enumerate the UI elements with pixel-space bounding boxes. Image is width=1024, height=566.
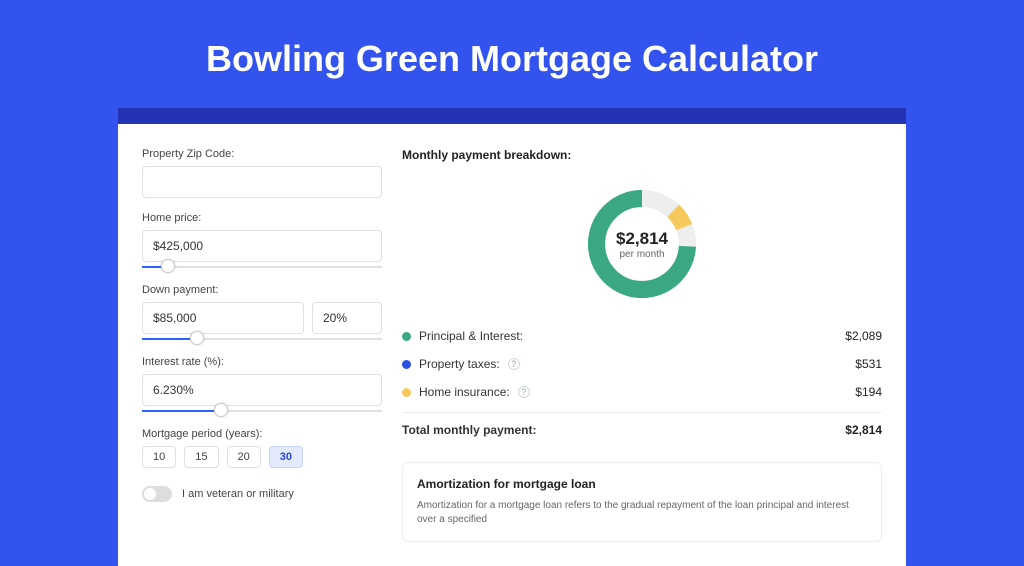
page-title: Bowling Green Mortgage Calculator xyxy=(0,0,1024,108)
donut-chart-wrap: $2,814 per month xyxy=(402,172,882,322)
dot-icon xyxy=(402,388,411,397)
legend-row-taxes: Property taxes: ? $531 xyxy=(402,350,882,378)
interest-rate-slider[interactable] xyxy=(142,408,382,414)
zip-label: Property Zip Code: xyxy=(142,148,382,160)
zip-input[interactable] xyxy=(142,166,382,198)
interest-rate-label: Interest rate (%): xyxy=(142,356,382,368)
home-price-input[interactable]: $425,000 xyxy=(142,230,382,262)
breakdown-title: Monthly payment breakdown: xyxy=(402,148,882,162)
legend-label: Home insurance: xyxy=(419,385,510,399)
down-payment-percent-input[interactable]: 20% xyxy=(312,302,382,334)
amortization-card: Amortization for mortgage loan Amortizat… xyxy=(402,462,882,542)
help-icon[interactable]: ? xyxy=(518,386,530,398)
amortization-text: Amortization for a mortgage loan refers … xyxy=(417,499,867,527)
total-value: $2,814 xyxy=(845,423,882,437)
down-payment-group: Down payment: $85,000 20% xyxy=(142,284,382,342)
form-column: Property Zip Code: Home price: $425,000 … xyxy=(142,148,382,542)
amortization-title: Amortization for mortgage loan xyxy=(417,477,867,491)
home-price-slider[interactable] xyxy=(142,264,382,270)
period-option-15[interactable]: 15 xyxy=(184,446,218,468)
dot-icon xyxy=(402,332,411,341)
legend-row-insurance: Home insurance: ? $194 xyxy=(402,378,882,406)
down-payment-amount-input[interactable]: $85,000 xyxy=(142,302,304,334)
home-price-group: Home price: $425,000 xyxy=(142,212,382,270)
legend-value: $2,089 xyxy=(845,329,882,343)
donut-center-amount: $2,814 xyxy=(616,229,668,249)
mortgage-period-group: Mortgage period (years): 10 15 20 30 xyxy=(142,428,382,468)
breakdown-column: Monthly payment breakdown: $2,814 xyxy=(402,148,882,542)
interest-rate-input[interactable]: 6.230% xyxy=(142,374,382,406)
home-price-label: Home price: xyxy=(142,212,382,224)
calculator-stage: Property Zip Code: Home price: $425,000 … xyxy=(118,108,906,566)
interest-rate-group: Interest rate (%): 6.230% xyxy=(142,356,382,414)
period-option-30[interactable]: 30 xyxy=(269,446,303,468)
legend-row-total: Total monthly payment: $2,814 xyxy=(402,412,882,444)
legend-value: $531 xyxy=(855,357,882,371)
total-label: Total monthly payment: xyxy=(402,423,536,437)
help-icon[interactable]: ? xyxy=(508,358,520,370)
zip-group: Property Zip Code: xyxy=(142,148,382,198)
legend-label: Principal & Interest: xyxy=(419,329,523,343)
legend-value: $194 xyxy=(855,385,882,399)
calculator-card: Property Zip Code: Home price: $425,000 … xyxy=(118,124,906,566)
veteran-group: I am veteran or military xyxy=(142,486,382,502)
period-option-20[interactable]: 20 xyxy=(227,446,261,468)
dot-icon xyxy=(402,360,411,369)
period-option-10[interactable]: 10 xyxy=(142,446,176,468)
donut-chart: $2,814 per month xyxy=(582,184,702,304)
down-payment-slider[interactable] xyxy=(142,336,382,342)
down-payment-label: Down payment: xyxy=(142,284,382,296)
legend-row-principal: Principal & Interest: $2,089 xyxy=(402,322,882,350)
legend-label: Property taxes: xyxy=(419,357,500,371)
veteran-label: I am veteran or military xyxy=(182,488,294,500)
mortgage-period-label: Mortgage period (years): xyxy=(142,428,382,440)
donut-center-sub: per month xyxy=(619,249,664,260)
veteran-toggle[interactable] xyxy=(142,486,172,502)
